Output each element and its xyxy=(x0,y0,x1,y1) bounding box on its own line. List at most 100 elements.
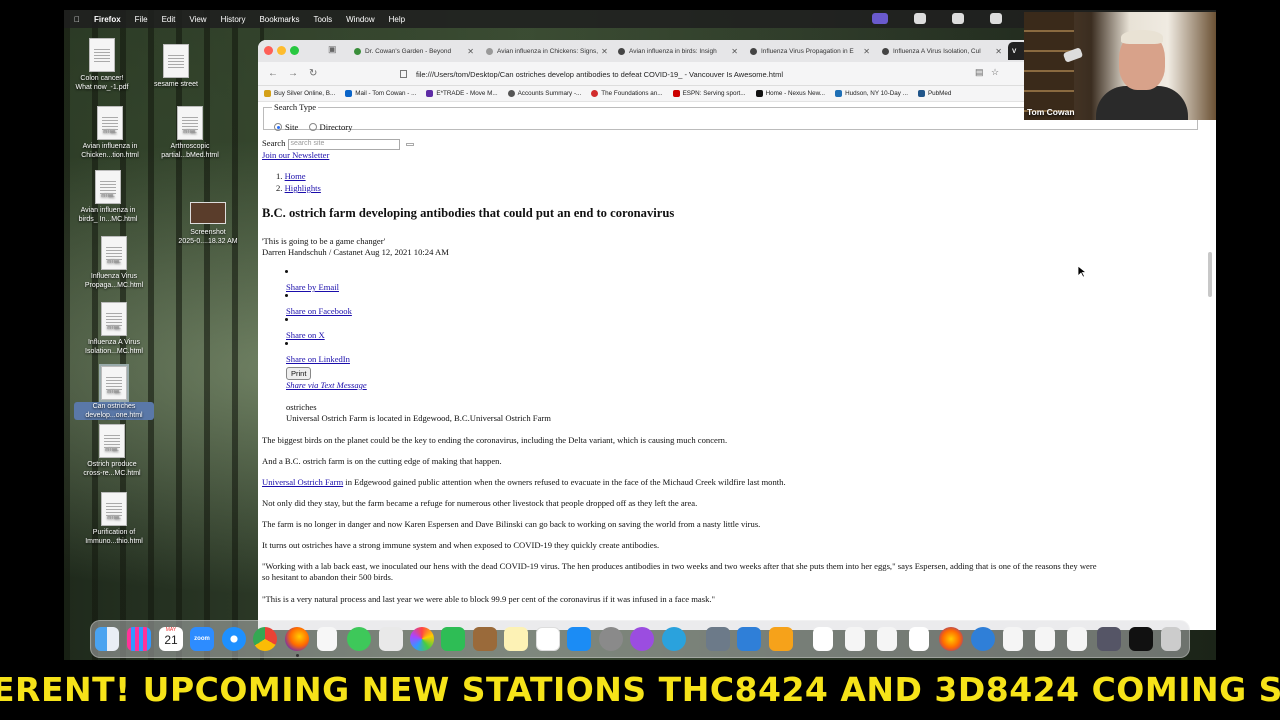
desktop-file-can-ostriches[interactable]: Can ostriches develop...one.html xyxy=(74,364,154,420)
bookmark-item[interactable]: The Foundations an... xyxy=(591,90,663,97)
desktop-file-avian-birds[interactable]: Avian influenza in birds_ In...MC.html xyxy=(68,170,148,224)
control-center-icon[interactable] xyxy=(914,13,926,24)
calendar-icon[interactable]: MAY 21 xyxy=(159,627,183,651)
tab-avian-chickens[interactable]: Avian influenza in Chickens: Signs, ✕ xyxy=(480,42,612,60)
tab-dr-cowans-garden[interactable]: Dr. Cowan's Garden - Beyond ✕ xyxy=(348,42,480,60)
photos-icon[interactable] xyxy=(410,627,434,651)
document-icon[interactable] xyxy=(1003,627,1023,651)
search-submit-button[interactable] xyxy=(405,142,414,146)
close-tab-icon[interactable]: ✕ xyxy=(598,47,608,56)
desktop-file-arthroscopic[interactable]: Arthroscopic partial...bMed.html xyxy=(150,106,230,160)
menu-history[interactable]: History xyxy=(221,15,246,24)
desktop-file-sesame-street[interactable]: sesame street xyxy=(136,44,216,89)
document-icon[interactable] xyxy=(877,627,897,651)
messages-icon[interactable] xyxy=(347,627,371,651)
radio-directory[interactable] xyxy=(308,123,317,131)
bookmark-item[interactable]: PubMed xyxy=(917,90,951,97)
menu-tools[interactable]: Tools xyxy=(313,15,332,24)
close-window-button[interactable] xyxy=(264,46,273,55)
desktop-file-purification[interactable]: Purification of Immuno...thio.html xyxy=(74,492,154,546)
chrome-icon[interactable] xyxy=(253,627,277,651)
page-scrollbar[interactable] xyxy=(1208,252,1212,297)
share-x-link[interactable]: Share on X xyxy=(286,330,325,340)
document-icon[interactable] xyxy=(1067,627,1087,651)
tab-avian-birds[interactable]: Avian influenza in birds: Insigh ✕ xyxy=(612,42,744,60)
menu-help[interactable]: Help xyxy=(389,15,405,24)
notes-icon[interactable] xyxy=(504,627,528,651)
bookmark-item[interactable]: E*TRADE - Move M... xyxy=(426,90,498,97)
document-icon[interactable] xyxy=(813,627,833,651)
tab-influenza-isolation[interactable]: Influenza A Virus Isolation, Cul ✕ xyxy=(876,42,1008,60)
zoom-window-button[interactable] xyxy=(290,46,299,55)
bookmark-item[interactable]: Buy Silver Online, B... xyxy=(264,90,335,97)
globe-icon[interactable] xyxy=(971,627,995,651)
safari-icon[interactable] xyxy=(222,627,246,651)
reader-view-icon[interactable]: ▤ xyxy=(975,67,984,78)
desktop-file-influenza-isolation[interactable]: Influenza A Virus Isolation...MC.html xyxy=(74,302,154,356)
search-input[interactable]: search site xyxy=(287,138,400,150)
media-icon[interactable] xyxy=(952,13,964,24)
keynote-icon[interactable] xyxy=(737,627,761,651)
preview-icon[interactable] xyxy=(706,627,730,651)
pages-icon[interactable] xyxy=(769,627,793,651)
textedit-icon[interactable] xyxy=(317,627,337,651)
system-settings-icon[interactable] xyxy=(599,627,623,651)
folder-icon[interactable] xyxy=(1097,627,1121,651)
share-text-message-link[interactable]: Share via Text Message xyxy=(286,380,367,390)
app-store-icon[interactable] xyxy=(567,627,591,651)
address-bar[interactable]: file:///Users/tom/Desktop/Can ostriches … xyxy=(392,66,1022,82)
breadcrumb-highlights[interactable]: Highlights xyxy=(285,183,321,193)
close-tab-icon[interactable]: ✕ xyxy=(728,47,738,56)
bookmark-item[interactable]: Accounts Summary -... xyxy=(507,90,581,97)
menu-edit[interactable]: Edit xyxy=(162,15,176,24)
screen-share-icon[interactable] xyxy=(872,13,888,24)
forward-arrow-icon[interactable]: → xyxy=(288,68,298,79)
bookmark-item[interactable]: Mail - Tom Cowan - ... xyxy=(345,90,416,97)
document-icon[interactable] xyxy=(845,627,865,651)
document-icon[interactable] xyxy=(1035,627,1055,651)
document-icon[interactable] xyxy=(909,627,929,651)
contacts-icon[interactable] xyxy=(473,627,497,651)
tab-overview-icon[interactable]: ▣ xyxy=(328,44,337,55)
print-button[interactable]: Print xyxy=(286,367,312,380)
terminal-icon[interactable] xyxy=(1129,627,1153,651)
facetime-icon[interactable] xyxy=(441,627,465,651)
bookmark-item[interactable]: Home - Nexus New... xyxy=(755,90,825,97)
share-linkedin-link[interactable]: Share on LinkedIn xyxy=(286,354,350,364)
reload-icon[interactable]: ↻ xyxy=(309,68,317,79)
podcasts-icon[interactable] xyxy=(630,627,654,651)
firefox-icon[interactable] xyxy=(285,627,309,651)
desktop-file-colon-cancer[interactable]: Colon cancer! What now_-1.pdf xyxy=(64,38,142,92)
maps-icon[interactable] xyxy=(379,627,403,651)
bookmark-star-icon[interactable]: ☆ xyxy=(991,67,999,78)
share-facebook-link[interactable]: Share on Facebook xyxy=(286,306,352,316)
back-arrow-icon[interactable]: ← xyxy=(268,68,278,79)
minimize-window-button[interactable] xyxy=(277,46,286,55)
zoom-app-icon[interactable]: zoom xyxy=(190,627,214,651)
menu-file[interactable]: File xyxy=(135,15,148,24)
close-tab-icon[interactable]: ✕ xyxy=(464,47,474,56)
focus-moon-icon[interactable] xyxy=(990,13,1002,24)
bookmark-item[interactable]: Hudson, NY 10-Day ... xyxy=(835,90,908,97)
finder-icon[interactable] xyxy=(95,627,119,651)
close-tab-icon[interactable]: ✕ xyxy=(860,47,870,56)
trash-icon[interactable] xyxy=(1161,627,1181,651)
tab-influenza-propagation[interactable]: Influenza Virus Propagation in E ✕ xyxy=(744,42,876,60)
newsletter-link[interactable]: Join our Newsletter xyxy=(262,150,329,160)
telegram-icon[interactable] xyxy=(662,627,686,651)
bookmark-item[interactable]: ESPN: Serving sport... xyxy=(672,90,746,97)
menu-bookmarks[interactable]: Bookmarks xyxy=(259,15,299,24)
breadcrumb-home[interactable]: Home xyxy=(285,171,306,181)
desktop-file-influenza-propagation[interactable]: Influenza Virus Propaga...MC.html xyxy=(74,236,154,290)
share-email-link[interactable]: Share by Email xyxy=(286,282,339,292)
launchpad-icon[interactable] xyxy=(127,627,151,651)
menu-window[interactable]: Window xyxy=(346,15,374,24)
radio-site[interactable] xyxy=(274,123,282,131)
menu-view[interactable]: View xyxy=(189,15,206,24)
apple-icon[interactable]:  xyxy=(74,15,80,24)
news-icon[interactable] xyxy=(536,627,560,651)
firefox-folder-icon[interactable] xyxy=(939,627,963,651)
universal-ostrich-farm-link[interactable]: Universal Ostrich Farm xyxy=(262,477,343,487)
close-tab-icon[interactable]: ✕ xyxy=(992,47,1002,56)
desktop-file-screenshot[interactable]: Screenshot 2025-0....18.32 AM xyxy=(168,198,248,246)
